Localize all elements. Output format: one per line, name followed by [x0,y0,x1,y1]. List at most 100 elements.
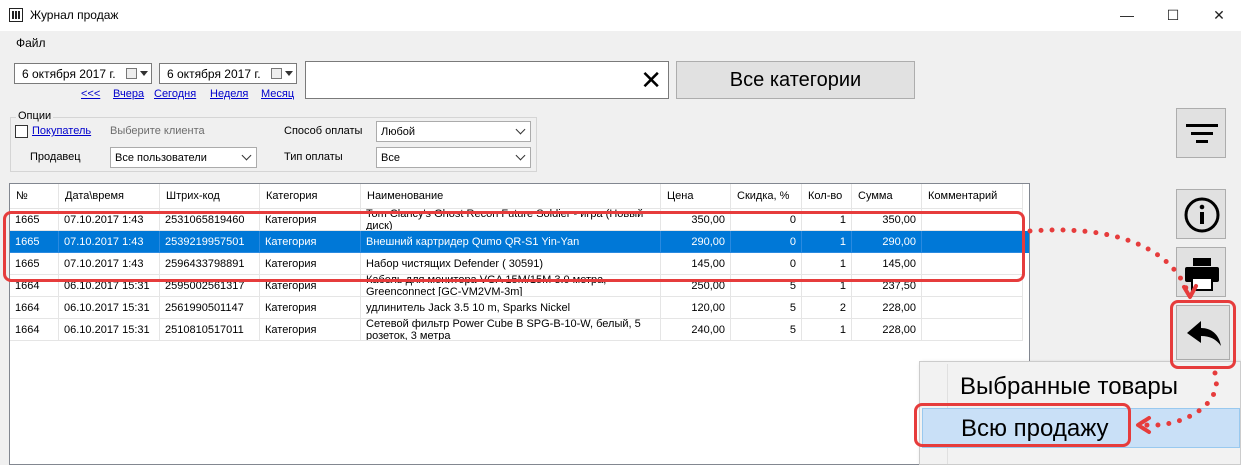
menu-file[interactable]: Файл [16,36,46,50]
printer-icon [1185,258,1219,291]
date-to-value: 6 октября 2017 г. [167,67,261,81]
cell-number: 1664 [10,319,59,341]
chevron-down-icon [515,150,526,161]
cell-text: 1 [839,323,846,336]
cell-barcode: 2561990501147 [160,297,260,319]
cell-discount: 5 [731,297,802,319]
cell-text: 5 [789,323,796,336]
cell-price: 240,00 [661,319,731,341]
buyer-link[interactable]: Покупатель [32,125,91,137]
dropdown-arrow-icon[interactable] [285,71,293,76]
chevron-down-icon [241,150,252,161]
cell-text: 2561990501147 [165,301,244,314]
col-header-price[interactable]: Цена [661,184,731,209]
close-button[interactable]: ✕ [1196,0,1241,31]
cell-text: 1664 [15,323,40,336]
cell-name: удлинитель Jack 3.5 10 m, Sparks Nickel [361,297,661,319]
filter-button[interactable] [1176,108,1226,158]
dropdown-arrow-icon[interactable] [140,71,148,76]
app-icon [9,8,23,22]
payment-type-select[interactable]: Все [376,147,531,168]
buyer-checkbox[interactable] [15,125,28,138]
info-button[interactable] [1176,189,1226,239]
cell-text: Сетевой фильтр Power Cube B SPG-B-10-W, … [366,319,641,341]
link-week[interactable]: Неделя [210,88,248,100]
cell-sum: 228,00 [852,297,922,319]
col-header-category[interactable]: Категория [260,184,361,209]
cell-qty: 1 [802,319,852,341]
cell-barcode: 2510810517011 [160,319,260,341]
cell-text: 06.10.2017 15:31 [64,301,150,314]
filter-icon [1186,124,1218,143]
cell-text: 2510810517011 [165,323,244,336]
payment-method-label: Способ оплаты [284,125,363,137]
annotation-return-button-highlight [1170,300,1236,369]
payment-method-select[interactable]: Любой [376,121,531,142]
cell-category: Категория [260,297,361,319]
cell-text: 1664 [15,301,40,314]
print-button[interactable] [1176,247,1226,297]
maximize-button[interactable]: ☐ [1150,0,1196,31]
menu-bar: Файл [0,31,1241,53]
col-header-comment[interactable]: Комментарий [922,184,1023,209]
col-header-qty[interactable]: Кол-во [802,184,852,209]
table-row[interactable]: 1664 06.10.2017 15:31 2561990501147 Категор… [10,297,1029,319]
cell-discount: 5 [731,319,802,341]
cell-datetime: 06.10.2017 15:31 [59,319,160,341]
cell-category: Категория [260,319,361,341]
col-header-datetime[interactable]: Дата\время [59,184,160,209]
info-icon [1184,197,1220,233]
cell-price: 120,00 [661,297,731,319]
link-today[interactable]: Сегодня [154,88,196,100]
cell-text: 2 [839,301,846,314]
payment-method-value: Любой [381,126,416,138]
payment-type-value: Все [381,152,400,164]
seller-select-value: Все пользователи [115,152,207,164]
cell-text: Категория [265,323,317,336]
cell-datetime: 06.10.2017 15:31 [59,297,160,319]
table-row[interactable]: 1664 06.10.2017 15:31 2510810517011 Категор… [10,319,1029,341]
annotation-rows-highlight [3,211,1025,282]
cell-sum: 228,00 [852,319,922,341]
minimize-button[interactable]: — [1104,0,1150,31]
seller-select[interactable]: Все пользователи [110,147,257,168]
cell-text: 228,00 [882,323,916,336]
all-categories-button[interactable]: Все категории [676,61,915,99]
payment-type-label: Тип оплаты [284,151,343,163]
window-title: Журнал продаж [30,8,119,22]
calendar-icon[interactable] [126,68,137,79]
clear-search-icon[interactable]: ✕ [640,66,662,94]
cell-text: 06.10.2017 15:31 [64,323,150,336]
seller-label: Продавец [30,151,81,163]
cell-number: 1664 [10,297,59,319]
cell-comment [922,319,1023,341]
col-header-number[interactable]: № [10,184,59,209]
col-header-barcode[interactable]: Штрих-код [160,184,260,209]
cell-text: 120,00 [691,301,725,314]
date-from-value: 6 октября 2017 г. [22,67,116,81]
date-to-picker[interactable]: 6 октября 2017 г. [159,63,297,84]
calendar-icon[interactable] [271,68,282,79]
cell-text: 240,00 [691,323,725,336]
link-yesterday[interactable]: Вчера [113,88,144,100]
search-input[interactable]: ✕ [305,61,669,99]
col-header-sum[interactable]: Сумма [852,184,922,209]
cell-qty: 2 [802,297,852,319]
link-back[interactable]: <<< [81,88,100,100]
table-header: № Дата\время Штрих-код Категория Наимено… [10,184,1029,209]
options-legend: Опции [16,110,54,122]
cell-comment [922,297,1023,319]
cell-text: Категория [265,301,317,314]
buyer-value: Выберите клиента [110,125,205,137]
cell-name: Сетевой фильтр Power Cube B SPG-B-10-W, … [361,319,661,341]
col-header-name[interactable]: Наименование [361,184,661,209]
link-month[interactable]: Месяц [261,88,294,100]
chevron-down-icon [515,124,526,135]
cell-text: 5 [789,301,796,314]
col-header-discount[interactable]: Скидка, % [731,184,802,209]
date-from-picker[interactable]: 6 октября 2017 г. [14,63,152,84]
cell-text: 228,00 [882,301,916,314]
annotation-dotted-arrow-1 [1027,227,1191,296]
annotation-menu-item-highlight [914,403,1131,447]
menu-item-selected-items[interactable]: Выбранные товары [922,368,1240,406]
